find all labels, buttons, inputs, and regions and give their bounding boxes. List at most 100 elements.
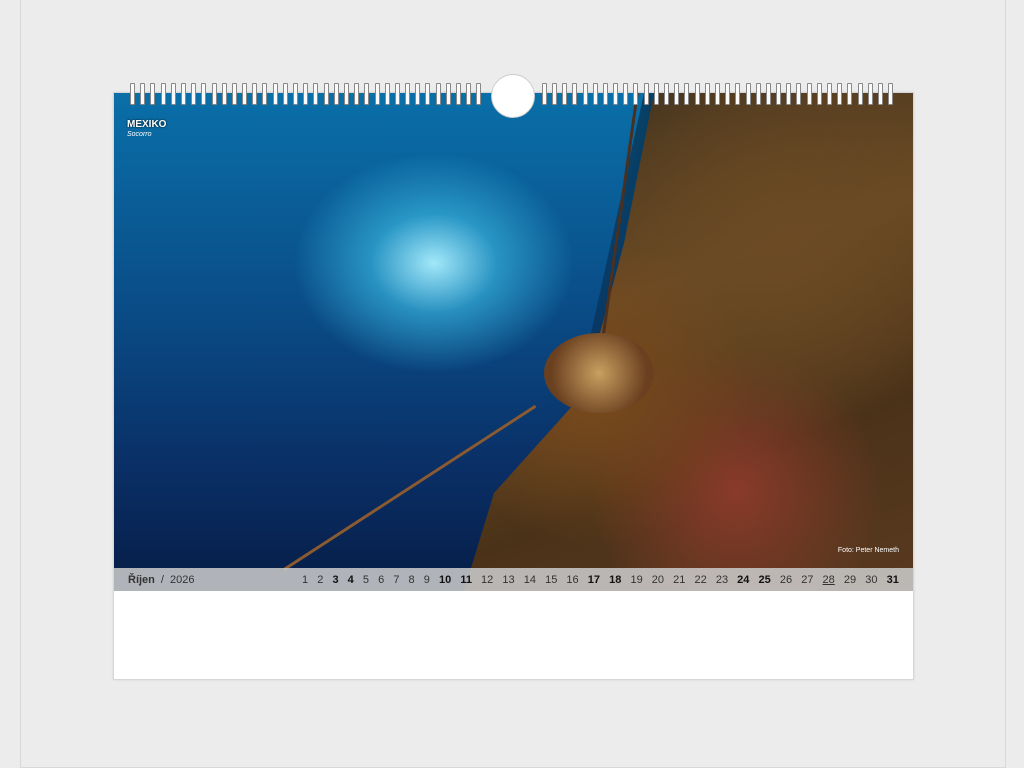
spiral-ring [170, 83, 176, 105]
spiral-ring [211, 83, 217, 105]
spiral-ring [643, 83, 649, 105]
spiral-ring [623, 83, 629, 105]
day-number: 27 [801, 573, 814, 586]
day-number: 12 [481, 573, 494, 586]
day-number: 3 [332, 573, 339, 586]
spiral-ring [674, 83, 680, 105]
spiral-ring [456, 83, 461, 105]
spiral-ring [735, 83, 741, 105]
spiral-ring [435, 83, 441, 105]
spiral-ring [867, 83, 873, 105]
spiral-ring [837, 83, 843, 105]
spiral-ring [776, 83, 782, 105]
day-number: 6 [378, 573, 385, 586]
day-number: 31 [886, 573, 899, 586]
day-number: 16 [566, 573, 579, 586]
spiral-ring [888, 83, 894, 105]
spiral-ring [415, 83, 421, 105]
day-number: 30 [865, 573, 878, 586]
spiral-ring [252, 83, 258, 105]
day-number: 25 [758, 573, 771, 586]
spiral-ring [293, 83, 298, 105]
spiral-ring [847, 83, 853, 105]
spiral-ring [445, 83, 451, 105]
spiral-ring [323, 83, 329, 105]
spiral-ring [272, 83, 278, 105]
spiral-ring [130, 83, 135, 105]
separator: / [160, 573, 164, 586]
location-title: MEXIKO [127, 119, 167, 130]
spiral-ring [796, 83, 802, 105]
spiral-ring [786, 83, 792, 105]
day-number: 13 [502, 573, 515, 586]
spiral-ring [725, 83, 731, 105]
spiral-ring [633, 83, 639, 105]
day-number: 2 [317, 573, 324, 586]
spiral-ring [704, 83, 710, 105]
spiral-ring [242, 83, 248, 105]
spiral-ring [405, 83, 411, 105]
day-number: 7 [393, 573, 400, 586]
spiral-ring [466, 83, 472, 105]
spiral-ring [816, 83, 822, 105]
day-number: 1 [302, 573, 309, 586]
spiral-ring [714, 83, 720, 105]
wall-calendar: MEXIKO Socorro Foto: Peter Nemeth Říjen … [113, 92, 914, 680]
spiral-ring [282, 83, 288, 105]
photo-credit: Foto: Peter Nemeth [837, 547, 899, 554]
day-number: 11 [460, 573, 472, 586]
day-number: 17 [587, 573, 601, 586]
spiral-ring [582, 83, 588, 105]
spiral-ring [827, 83, 832, 105]
spiral-ring [541, 83, 547, 105]
location-subtitle: Socorro [127, 131, 152, 138]
spiral-ring [313, 83, 319, 105]
day-number: 26 [779, 573, 793, 586]
spiral-ring [191, 83, 197, 105]
spiral-ring [877, 83, 883, 105]
spiral-ring [476, 83, 482, 105]
spiral-ring [333, 83, 339, 105]
spiral-ring [572, 83, 578, 105]
spiral-ring [684, 83, 690, 105]
spiral-ring [384, 83, 390, 105]
spiral-ring [180, 83, 186, 105]
spiral-ring [150, 83, 156, 105]
spiral-ring [806, 83, 812, 105]
day-number: 14 [523, 573, 536, 586]
spiral-ring [745, 83, 751, 105]
day-number: 21 [673, 573, 686, 586]
spiral-ring [765, 83, 771, 105]
calendar-photo: MEXIKO Socorro Foto: Peter Nemeth Říjen … [114, 93, 913, 591]
spiral-ring [231, 83, 237, 105]
day-number: 28 [822, 573, 835, 586]
spiral-ring [303, 83, 309, 105]
spiral-ring [613, 83, 619, 105]
spiral-ring [592, 83, 598, 105]
spiral-ring [343, 83, 349, 105]
spiral-ring [755, 83, 761, 105]
spiral-ring [653, 83, 659, 105]
day-number: 5 [362, 573, 369, 586]
spiral-ring [664, 83, 669, 105]
spiral-ring [140, 83, 146, 105]
day-number: 8 [408, 573, 415, 586]
day-strip: 1 2 3 4 5 6 7 8 9 10 11 12 13 14 15 16 17 18 19 20 21 22 23 24 2… [302, 568, 899, 591]
day-number: 18 [609, 573, 622, 586]
day-number: 20 [651, 573, 665, 586]
day-number: 29 [843, 573, 857, 586]
month-name: Říjen [128, 573, 155, 586]
spiral-ring [201, 83, 207, 105]
day-number: 22 [694, 573, 707, 586]
spiral-ring [425, 83, 431, 105]
day-number: 10 [438, 573, 452, 586]
spiral-ring [364, 83, 370, 105]
day-number: 4 [347, 573, 354, 586]
spiral-ring [374, 83, 380, 105]
month-bar: Říjen / 2026 1 2 3 4 5 6 7 8 9 10 11 12 13 14 15 16 17 18… [114, 568, 913, 591]
day-number: 24 [737, 573, 750, 586]
spiral-ring [221, 83, 227, 105]
spiral-ring [694, 83, 700, 105]
day-number: 23 [715, 573, 729, 586]
day-number: 19 [630, 573, 643, 586]
